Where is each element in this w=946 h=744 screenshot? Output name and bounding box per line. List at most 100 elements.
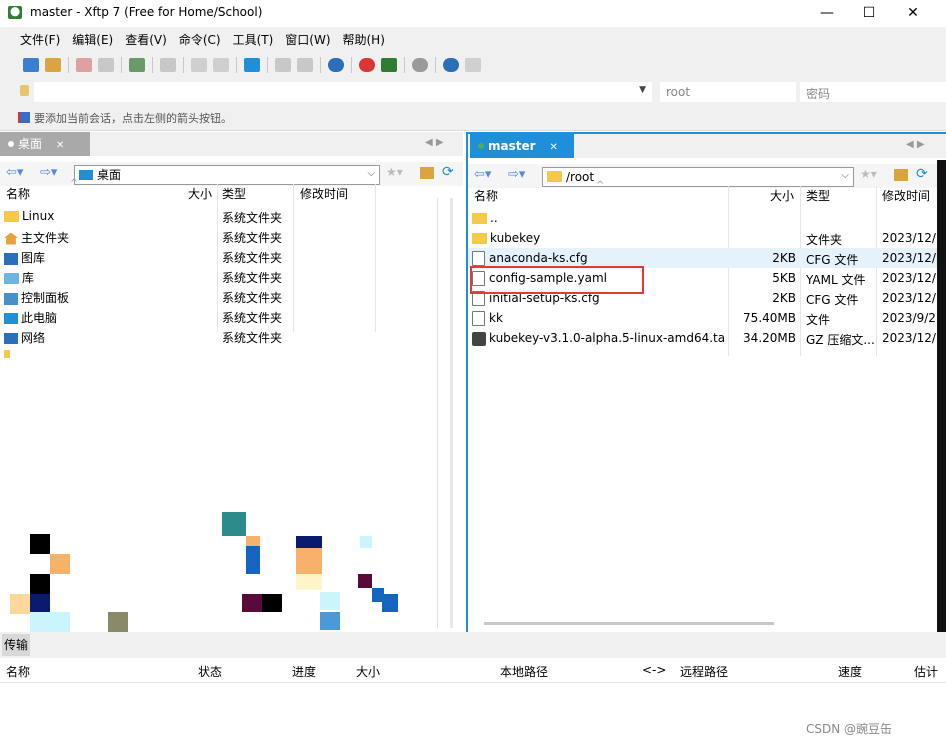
forward-arrow-icon[interactable]: ⇨▾ [508, 167, 525, 182]
menu-tools[interactable]: 工具(T) [233, 31, 274, 48]
forward-arrow-icon[interactable]: ⇨▾ [40, 165, 57, 180]
tab-scroll-icon[interactable]: ◀ ▶ [425, 137, 444, 148]
col-type[interactable]: 类型 [222, 184, 246, 204]
menu-window[interactable]: 窗口(W) [285, 31, 330, 48]
col-modified[interactable]: 修改时间 [882, 186, 930, 206]
menu-view[interactable]: 查看(V) [125, 31, 167, 48]
globe-icon[interactable] [328, 58, 344, 72]
parent-folder-icon[interactable] [420, 167, 434, 179]
transfer-col-1[interactable]: 状态 [198, 663, 222, 680]
gear-icon[interactable] [412, 58, 428, 72]
refresh-icon[interactable]: ⟳ [442, 164, 454, 180]
file-icon [472, 311, 485, 326]
title-bar: ⬤ master - Xftp 7 (Free for Home/School)… [0, 0, 946, 26]
transfer-col-0[interactable]: 名称 [6, 663, 30, 680]
open-folder-icon[interactable] [45, 58, 61, 72]
right-path-input[interactable]: /root ⌵ [542, 167, 854, 187]
menu-command[interactable]: 命令(C) [179, 31, 221, 48]
sort-arrow-icon: ^ [70, 178, 79, 189]
flag-icon[interactable] [18, 112, 30, 123]
transfer-col-7[interactable]: 速度 [838, 663, 862, 680]
col-name[interactable]: 名称 [474, 186, 498, 206]
password-field[interactable]: 密码 [800, 82, 946, 102]
left-path-input[interactable]: 桌面 ⌵ [74, 165, 380, 185]
chat-icon[interactable] [465, 58, 481, 72]
transfer-col-4[interactable]: 本地路径 [500, 663, 548, 680]
transfer-col-5[interactable]: <-> [642, 663, 666, 677]
pixel-artifact [30, 534, 50, 554]
new-window-icon[interactable] [129, 58, 145, 72]
chevron-down-icon[interactable]: ⌵ [841, 170, 849, 181]
library-icon [4, 273, 19, 284]
copy-icon[interactable] [191, 58, 207, 72]
list-item[interactable]: 主文件夹 系统文件夹 [0, 226, 437, 246]
list-item[interactable]: 图库 系统文件夹 [0, 246, 437, 266]
bookmark-star-icon[interactable]: ★▾ [386, 165, 403, 179]
close-button[interactable]: ✕ [890, 0, 936, 26]
list-item[interactable]: 网络 系统文件夹 [0, 326, 437, 346]
close-tab-icon[interactable]: ✕ [56, 140, 64, 151]
bookmark-star-icon[interactable]: ★▾ [860, 167, 877, 181]
list-item[interactable]: 此电脑 系统文件夹 [0, 306, 437, 326]
pixel-artifact [50, 554, 70, 574]
pixel-artifact [360, 536, 372, 548]
pixel-artifact [382, 594, 398, 612]
netsarang-icon[interactable] [359, 58, 375, 72]
col-type[interactable]: 类型 [806, 186, 830, 206]
xftp-icon: ⬤ [8, 6, 22, 19]
refresh-icon[interactable]: ⟳ [916, 166, 928, 182]
tab-scroll-icon[interactable]: ◀ ▶ [906, 139, 925, 150]
list-item[interactable]: 库 系统文件夹 [0, 266, 437, 286]
delete-icon[interactable] [275, 58, 291, 72]
left-scrollbar[interactable] [450, 198, 453, 628]
maximize-button[interactable]: ☐ [846, 0, 892, 26]
transfer-col-3[interactable]: 大小 [356, 663, 380, 680]
list-item[interactable]: Linux 系统文件夹 [0, 206, 437, 226]
menu-help[interactable]: 帮助(H) [343, 31, 385, 48]
right-hscrollbar[interactable] [484, 622, 774, 625]
menu-file[interactable]: 文件(F) [20, 31, 60, 48]
pixel-artifact [246, 546, 260, 574]
sync-icon[interactable] [244, 58, 260, 72]
table-row[interactable]: kubekey-v3.1.0-alpha.5-linux-amd64.tar..… [468, 328, 946, 348]
back-arrow-icon[interactable]: ⇦▾ [6, 165, 23, 180]
close-tab-icon[interactable]: ✕ [550, 142, 558, 153]
col-modified[interactable]: 修改时间 [300, 184, 348, 204]
help-icon[interactable] [443, 58, 459, 72]
new-session-icon[interactable] [23, 58, 39, 72]
control-panel-icon [4, 292, 18, 305]
layout-icon[interactable] [160, 58, 176, 72]
table-row[interactable]: kubekey 文件夹 2023/12/1 [468, 228, 946, 248]
paste-icon[interactable] [213, 58, 229, 72]
properties-icon[interactable] [297, 58, 313, 72]
transfer-col-8[interactable]: 估计 [914, 663, 938, 680]
pixel-artifact [30, 594, 50, 614]
table-row[interactable]: .. [468, 208, 946, 228]
transfer-col-2[interactable]: 进度 [292, 663, 316, 680]
xftp-logo-icon[interactable] [381, 58, 397, 72]
gz-archive-icon [472, 331, 486, 346]
transfer-col-6[interactable]: 远程路径 [680, 663, 728, 680]
reconnect-icon[interactable] [98, 58, 114, 72]
list-item[interactable]: 控制面板 系统文件夹 [0, 286, 437, 306]
minimize-button[interactable]: — [804, 0, 850, 26]
right-nav-bar: ⇦▾ ⇨▾ /root ⌵ ★▾ ⟳ [468, 164, 946, 188]
disconnect-icon[interactable] [76, 58, 92, 72]
table-row[interactable]: kk 75.40MB 文件 2023/9/2 [468, 308, 946, 328]
col-size[interactable]: 大小 [770, 186, 794, 206]
menu-edit[interactable]: 编辑(E) [72, 31, 113, 48]
tab-local-desktop[interactable]: 桌面 ✕ [0, 132, 90, 156]
chevron-down-icon[interactable]: ⌵ [367, 168, 375, 179]
pixel-artifact [10, 594, 30, 614]
col-name[interactable]: 名称 [6, 184, 30, 204]
back-arrow-icon[interactable]: ⇦▾ [474, 167, 491, 182]
tab-transfer[interactable]: 传输 [2, 634, 30, 656]
username-field[interactable]: root [660, 82, 796, 102]
table-row[interactable]: anaconda-ks.cfg 2KB CFG 文件 2023/12/1 [468, 248, 946, 268]
host-input[interactable]: ▼ [34, 82, 652, 102]
folder-icon [4, 211, 19, 222]
tab-master[interactable]: master ✕ [470, 134, 574, 158]
chevron-down-icon[interactable]: ▼ [639, 85, 646, 95]
parent-folder-icon[interactable] [894, 169, 908, 181]
col-size[interactable]: 大小 [188, 184, 212, 204]
